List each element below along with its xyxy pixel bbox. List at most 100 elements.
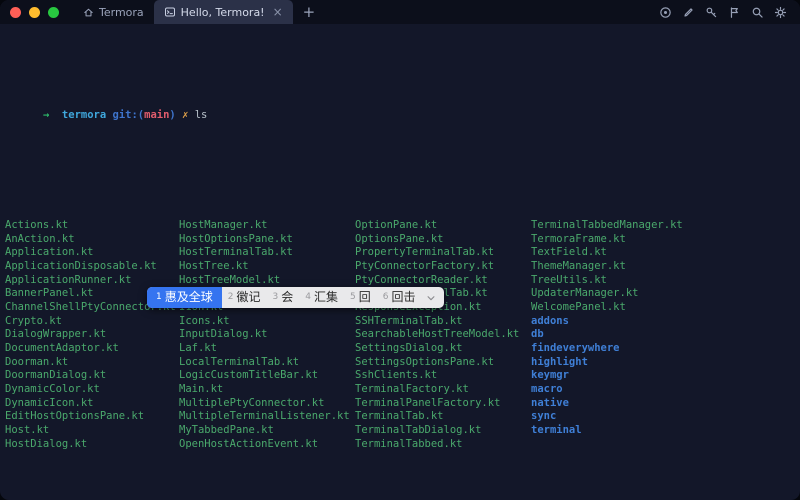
traffic-lights xyxy=(0,0,73,24)
toolbar xyxy=(657,0,800,24)
ls-entry: LocalTerminalTab.kt xyxy=(179,355,300,368)
chevron-down-icon[interactable] xyxy=(422,287,444,308)
ls-column-4: TerminalTabbedManager.kt TermoraFrame.kt T… xyxy=(531,178,683,452)
prompt-segment: git:( xyxy=(112,109,145,122)
ls-entry: keymgr xyxy=(531,369,569,382)
key-icon[interactable] xyxy=(703,4,719,20)
ls-entry: TerminalFactory.kt xyxy=(355,383,469,396)
ls-entry: Laf.kt xyxy=(179,342,217,355)
ls-entry: SettingsDialog.kt xyxy=(355,342,463,355)
ls-entry: TermoraFrame.kt xyxy=(531,232,626,245)
ls-entry: HostTerminalTab.kt xyxy=(179,246,293,259)
termora-window: Termora Hello, Termora! × + → termora gi… xyxy=(0,0,800,500)
ls-entry: DoormanDialog.kt xyxy=(5,369,107,382)
ime-candidate[interactable]: 1 惠及全球 xyxy=(147,287,222,308)
prompt-segment: termora xyxy=(61,109,107,122)
ls-entry: ApplicationDisposable.kt xyxy=(5,259,157,272)
ls-entry: macro xyxy=(531,383,563,396)
ls-entry: EditHostOptionsPane.kt xyxy=(5,410,145,423)
ime-candidate-text: 回击 xyxy=(391,289,416,304)
ls-column-3: OptionPane.kt OptionsPane.kt PropertyTermi… xyxy=(355,178,531,452)
ls-entry: terminal xyxy=(531,424,582,437)
minimize-window-button[interactable] xyxy=(29,6,40,18)
ls-entry: ApplicationRunner.kt xyxy=(5,273,132,286)
ls-entry: Crypto.kt xyxy=(5,314,62,327)
ls-entry: TerminalTabbed.kt xyxy=(355,437,463,450)
ime-candidate-popup: 1 惠及全球 2 徽记 3 会 4 汇集 5 回 6 回击 xyxy=(147,287,444,308)
ls-entry: OptionPane.kt xyxy=(355,218,438,231)
ls-entry: addons xyxy=(531,314,569,327)
ls-entry: ThemeManager.kt xyxy=(531,259,626,272)
ime-candidate[interactable]: 5 回 xyxy=(344,287,377,308)
tab-close-icon[interactable]: × xyxy=(273,5,283,19)
ls-entry: WelcomePanel.kt xyxy=(531,300,626,313)
ime-candidate[interactable]: 6 回击 xyxy=(377,287,422,308)
ime-candidate-number: 3 xyxy=(272,291,279,302)
ls-entry: DynamicColor.kt xyxy=(5,383,100,396)
ls-entry: TerminalTabDialog.kt xyxy=(355,424,482,437)
ls-entry: native xyxy=(531,396,569,409)
ls-entry: TerminalPanelFactory.kt xyxy=(355,396,501,409)
search-icon[interactable] xyxy=(749,4,765,20)
ls-entry: UpdaterManager.kt xyxy=(531,287,639,300)
ls-entry: HostManager.kt xyxy=(179,218,268,231)
ls-entry: AnAction.kt xyxy=(5,232,75,245)
record-icon[interactable] xyxy=(657,4,673,20)
ls-entry: DialogWrapper.kt xyxy=(5,328,107,341)
gear-icon[interactable] xyxy=(772,4,788,20)
ime-candidate[interactable]: 3 会 xyxy=(267,287,300,308)
ls-column-2: HostManager.kt HostOptionsPane.kt HostTerm… xyxy=(179,178,355,452)
ls-entry: db xyxy=(531,328,544,341)
tab-termora-home[interactable]: Termora xyxy=(73,0,154,24)
ls-entry: Application.kt xyxy=(5,246,94,259)
ls-entry: SSHTerminalTab.kt xyxy=(355,314,463,327)
ime-candidate[interactable]: 4 汇集 xyxy=(299,287,344,308)
ime-candidate-text: 回 xyxy=(358,289,371,304)
ls-entry: HostOptionsPane.kt xyxy=(179,232,293,245)
home-icon xyxy=(83,7,94,18)
ls-entry: Actions.kt xyxy=(5,218,69,231)
ls-entry: OptionsPane.kt xyxy=(355,232,444,245)
flag-icon[interactable] xyxy=(726,4,742,20)
ls-entry: Icons.kt xyxy=(179,314,230,327)
titlebar: Termora Hello, Termora! × + xyxy=(0,0,800,24)
ls-entry: HostTree.kt xyxy=(179,259,249,272)
terminal-screen[interactable]: → termora git:(main) ✗ ls Actions.kt AnAc… xyxy=(0,24,800,500)
ls-entry: SshClients.kt xyxy=(355,369,438,382)
prompt-line-2: → termora git:(main) ✗ 中文之美hui ji quan q… xyxy=(5,493,800,500)
ls-entry: PropertyTerminalTab.kt xyxy=(355,246,495,259)
ime-candidate-text: 惠及全球 xyxy=(164,289,213,304)
tab-label: Termora xyxy=(99,5,144,19)
ls-entry: highlight xyxy=(531,355,588,368)
ls-entry: HostTreeModel.kt xyxy=(179,273,281,286)
ls-output: Actions.kt AnAction.kt Application.kt Appli… xyxy=(5,178,800,452)
zoom-window-button[interactable] xyxy=(48,6,59,18)
titlebar-drag-area xyxy=(325,0,657,24)
ime-candidate-number: 1 xyxy=(156,291,162,302)
close-window-button[interactable] xyxy=(10,6,21,18)
tab-hello-termora[interactable]: Hello, Termora! × xyxy=(153,0,293,24)
ls-entry: MultiplePtyConnector.kt xyxy=(179,396,325,409)
ime-candidate[interactable]: 2 徽记 xyxy=(222,287,267,308)
tab-bar: Termora Hello, Termora! × + xyxy=(73,0,325,24)
prompt-segment: ls xyxy=(188,109,208,122)
ime-candidate-text: 汇集 xyxy=(313,289,338,304)
ls-entry: OpenHostActionEvent.kt xyxy=(179,437,319,450)
pencil-icon[interactable] xyxy=(680,4,696,20)
ls-entry: sync xyxy=(531,410,557,423)
ls-entry: TerminalTabbedManager.kt xyxy=(531,218,683,231)
prompt-line-1: → termora git:(main) ✗ ls xyxy=(5,68,800,137)
ls-column-1: Actions.kt AnAction.kt Application.kt Appli… xyxy=(5,178,179,452)
ime-candidate-number: 5 xyxy=(350,291,356,302)
ls-entry: DocumentAdaptor.kt xyxy=(5,342,119,355)
ls-entry: Main.kt xyxy=(179,383,224,396)
new-tab-button[interactable]: + xyxy=(293,0,326,24)
ime-candidate-number: 2 xyxy=(227,291,234,302)
ls-entry: Doorman.kt xyxy=(5,355,69,368)
ls-entry: SettingsOptionsPane.kt xyxy=(355,355,495,368)
prompt-segment xyxy=(49,109,62,121)
ls-entry: Host.kt xyxy=(5,424,50,437)
ls-entry: MyTabbedPane.kt xyxy=(179,424,274,437)
terminal-icon xyxy=(164,6,176,18)
ls-entry: LogicCustomTitleBar.kt xyxy=(179,369,319,382)
